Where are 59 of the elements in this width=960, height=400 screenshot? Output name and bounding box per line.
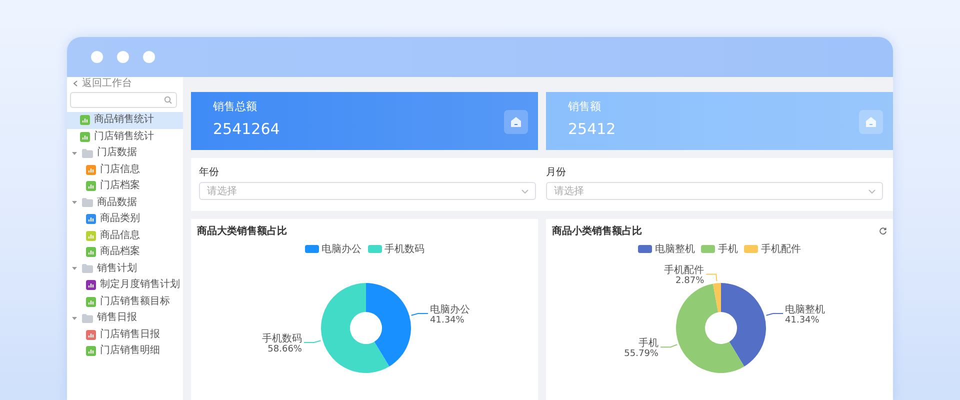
window-dot [143,51,155,63]
folder-icon [82,148,93,158]
slice-value-label: 55.79% [624,349,658,360]
legend-item[interactable]: 手机配件 [744,242,801,256]
slice-name-label: 手机 [638,338,658,350]
sidebar-item[interactable]: 销售日报 [67,310,183,326]
sidebar-item[interactable]: 商品档案 [67,244,183,260]
sidebar-item[interactable]: 商品数据 [67,194,183,211]
back-chevron-icon [73,80,78,87]
search-field[interactable] [70,92,177,108]
window-dot [91,51,103,63]
window-dot [117,51,129,63]
sidebar-item[interactable]: 商品类别 [67,211,183,228]
sidebar-item[interactable]: 门店数据 [67,145,183,162]
legend-item[interactable]: 电脑办公 [304,242,362,256]
sidebar-item[interactable]: 门店销售额目标 [67,294,183,310]
slice-value-label: 41.34% [785,316,820,326]
folder-icon [82,314,93,323]
leader-line [303,340,322,343]
chart-title: 商品大类销售额占比 [197,224,287,238]
slice-value-label: 2.87% [676,276,704,286]
chevron-down-icon [868,188,876,194]
stat-value: 2541264 [213,119,280,139]
legend-item[interactable]: 手机 [701,242,738,256]
sidebar-item[interactable]: 商品信息 [67,228,183,244]
sidebar-item[interactable]: 制定月度销售计划 [67,277,183,294]
sidebar-item[interactable]: 门店信息 [67,162,183,178]
leader-line [766,313,784,316]
sidebar-item[interactable]: 门店档案 [67,178,183,194]
house-icon [504,110,528,134]
filter-label: 月份 [546,166,567,179]
slice-name-label: 手机数码 [262,334,302,344]
refresh-icon[interactable] [879,227,887,235]
leader-line [706,274,718,282]
folder-icon [82,198,93,208]
sidebar-item[interactable]: 门店销售日报 [67,326,183,343]
sidebar-item[interactable]: 商品销售统计 [67,112,183,128]
legend-item[interactable]: 手机数码 [368,242,424,256]
sidebar-item[interactable]: 销售计划 [67,260,183,277]
folder-icon [82,264,93,274]
leader-line [660,344,678,348]
chevron-down-icon [521,188,529,194]
slice-value-label: 58.66% [268,344,302,354]
chart-title: 商品小类销售额占比 [552,224,642,238]
search-icon [164,96,172,104]
leader-line [410,313,429,316]
stat-label: 销售额 [568,100,602,114]
legend-item[interactable]: 电脑整机 [638,242,695,256]
slice-name-label: 手机配件 [664,265,704,276]
house-icon [859,110,883,134]
back-link[interactable]: 返回工作台 [67,77,138,90]
stat-label: 销售总额 [213,100,258,114]
sidebar-item[interactable]: 门店销售统计 [67,128,183,145]
sidebar-item[interactable]: 门店销售明细 [67,343,183,360]
filter-label: 年份 [199,166,220,179]
slice-name-label: 电脑办公 [430,304,470,316]
stat-value: 25412 [568,119,616,139]
slice-value-label: 41.34% [430,316,464,326]
slice-name-label: 电脑整机 [785,304,826,316]
